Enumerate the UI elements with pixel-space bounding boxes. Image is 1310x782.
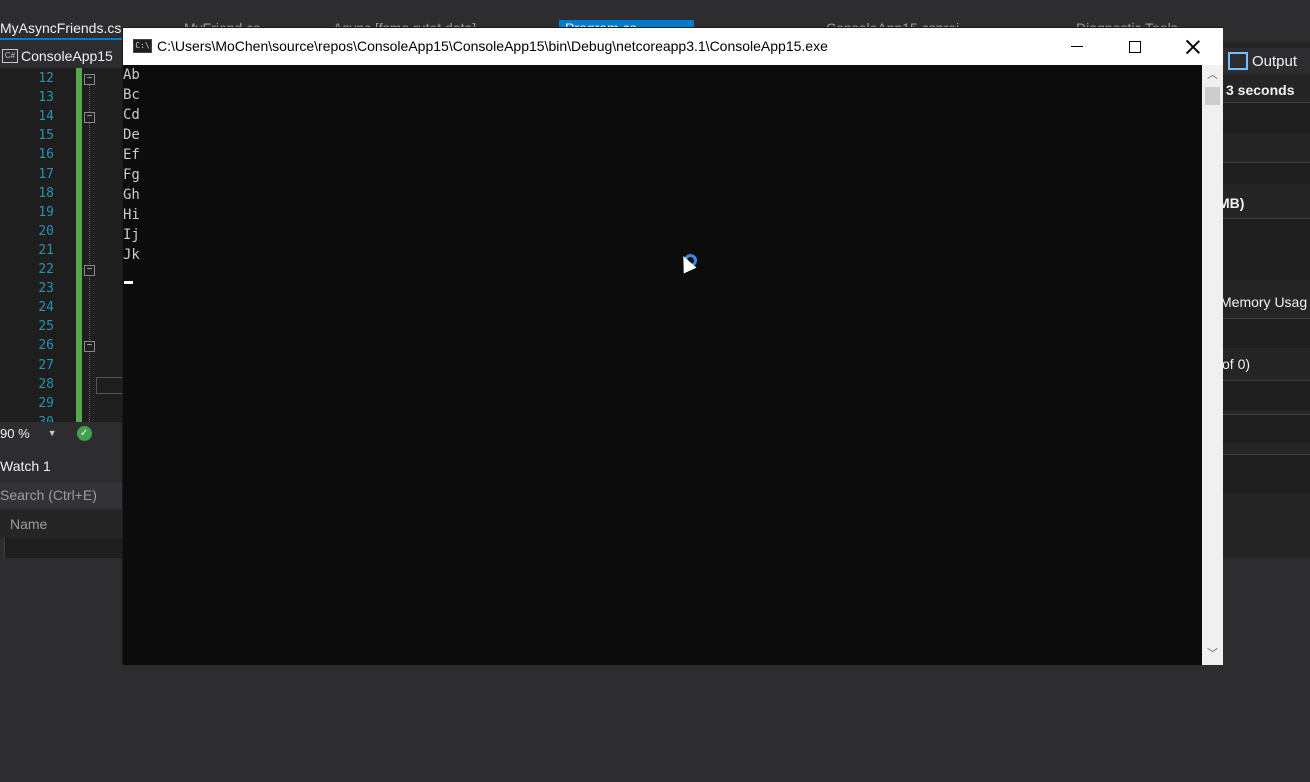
details-row: [1222, 414, 1310, 442]
line-number: 12: [38, 71, 54, 86]
line-number: 19: [38, 204, 54, 220]
line-number: 30: [0, 415, 54, 422]
code-selection-box: [96, 377, 122, 394]
details-row: [1222, 454, 1310, 494]
watch-search-input[interactable]: Search (Ctrl+E): [0, 482, 122, 508]
summary-row: [1222, 318, 1310, 348]
maximize-icon: [1129, 40, 1141, 53]
session-duration: 3 seconds: [1226, 82, 1295, 98]
console-output-line: Cd: [123, 107, 140, 123]
minimize-button[interactable]: [1048, 28, 1106, 65]
collapse-icon[interactable]: −: [84, 341, 95, 352]
no-issues-check-icon[interactable]: ✓: [76, 425, 92, 441]
watch-column-name[interactable]: Name: [0, 510, 122, 538]
memory-unit-label: MB): [1222, 195, 1245, 211]
collapse-icon[interactable]: −: [84, 265, 95, 276]
editor-status-strip: 90 % ▼ ✓: [0, 422, 122, 444]
tab-myasyncfriends[interactable]: MyAsyncFriends.cs: [0, 20, 122, 40]
line-number: 23: [38, 281, 54, 297]
outline-guide: [89, 78, 90, 422]
zoom-level[interactable]: 90 %: [0, 426, 30, 441]
collapse-icon[interactable]: −: [84, 112, 95, 123]
collapse-icon[interactable]: −: [84, 74, 95, 85]
line-number: 21: [38, 242, 54, 258]
output-label: Output: [1252, 52, 1298, 70]
line-number: 15: [38, 128, 54, 144]
console-output-line: Jk: [123, 247, 140, 263]
watch-panel-title[interactable]: Watch 1: [0, 452, 122, 480]
console-output-line: Fg: [123, 167, 140, 183]
memory-graph: [1222, 218, 1310, 280]
scroll-up-icon[interactable]: ︿: [1202, 67, 1223, 84]
diagnostic-tools-panel: Output 3 seconds MB) Memory Usag of 0): [1222, 42, 1310, 558]
text-cursor: [124, 281, 133, 284]
console-output-line: Ef: [123, 147, 140, 163]
maximize-button[interactable]: [1106, 28, 1164, 65]
console-output-line: Ab: [123, 67, 140, 83]
console-output[interactable]: Ab Bc Cd De Ef Fg Gh Hi Ij Jk: [123, 65, 1202, 665]
console-output-line: Gh: [123, 187, 140, 203]
events-row: [1222, 162, 1310, 184]
console-output-line: Ij: [123, 227, 140, 243]
console-title: C:\Users\MoChen\source\repos\ConsoleApp1…: [157, 38, 828, 54]
console-app-icon[interactable]: C:\: [133, 39, 152, 53]
line-number: 13: [38, 90, 54, 106]
navigation-bar[interactable]: C# ConsoleApp15: [0, 45, 122, 67]
line-number: 16: [38, 147, 54, 163]
minimize-icon: [1071, 46, 1083, 47]
console-output-line: De: [123, 127, 140, 143]
line-number: 28: [38, 376, 54, 392]
csharp-project-icon: C#: [2, 49, 18, 63]
console-titlebar[interactable]: C:\ C:\Users\MoChen\source\repos\Console…: [123, 28, 1223, 65]
scroll-down-icon[interactable]: ﹀: [1202, 646, 1223, 663]
code-editor[interactable]: 12 13 14 15 16 17 18 19 20 21 22 23 24 25 26 27 28 29 30 −…: [0, 68, 122, 422]
line-number: 26: [38, 338, 54, 354]
line-number: 25: [38, 319, 54, 335]
timeline-ruler[interactable]: [1222, 102, 1310, 134]
watch-empty-row[interactable]: [4, 538, 122, 558]
nav-project-label: ConsoleApp15: [21, 48, 113, 64]
line-number: 27: [38, 357, 54, 373]
count-label: of 0): [1222, 356, 1251, 372]
line-number: 18: [38, 185, 54, 201]
console-output-line: Bc: [123, 87, 140, 103]
change-tracking-bar: [76, 68, 82, 422]
output-icon: [1228, 52, 1248, 70]
close-button[interactable]: [1164, 28, 1222, 65]
output-tab[interactable]: Output: [1222, 48, 1310, 74]
close-icon: [1186, 40, 1200, 54]
line-number: 22: [38, 262, 54, 277]
line-number: 20: [38, 223, 54, 239]
scroll-thumb[interactable]: [1205, 87, 1220, 105]
line-number: 24: [38, 300, 54, 316]
console-output-line: Hi: [123, 207, 140, 223]
console-window[interactable]: C:\ C:\Users\MoChen\source\repos\Console…: [122, 27, 1223, 665]
line-number: 14: [38, 109, 54, 125]
chevron-down-icon[interactable]: ▼: [48, 428, 57, 438]
line-number: 29: [38, 395, 54, 411]
vertical-scrollbar[interactable]: ︿ ﹀: [1202, 65, 1223, 665]
details-row: [1222, 380, 1310, 410]
memory-usage-tab[interactable]: Memory Usag: [1222, 294, 1307, 310]
line-number: 17: [38, 166, 54, 182]
